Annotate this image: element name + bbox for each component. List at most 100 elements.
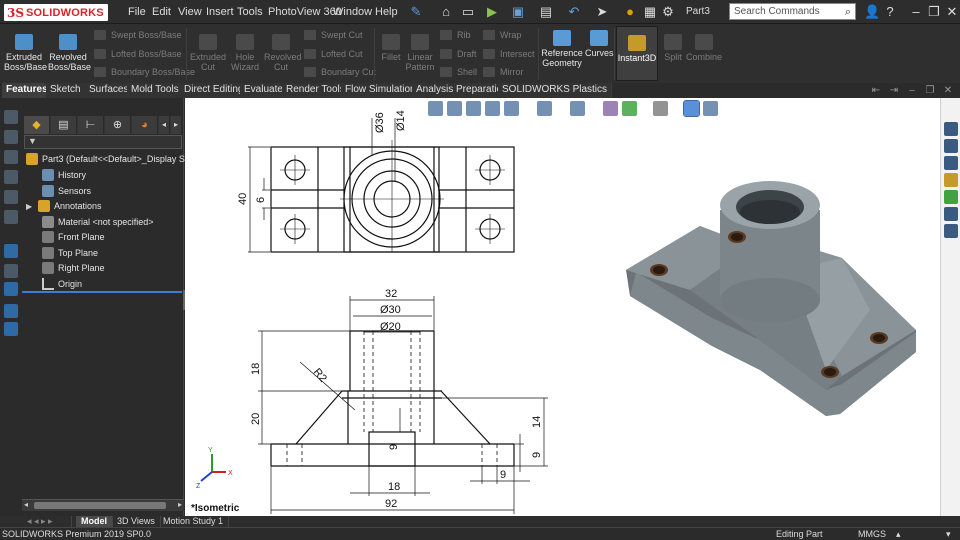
dim-diameter-30[interactable]: Ø30	[380, 304, 401, 316]
mirror-button[interactable]: Mirror	[483, 67, 524, 77]
extruded-cut-button[interactable]: Extruded Cut	[190, 34, 226, 72]
viewport-close-icon[interactable]: ✕	[940, 83, 956, 99]
property-manager-tab-icon[interactable]: ▤	[51, 116, 77, 134]
filter-icon[interactable]: ▼	[28, 136, 37, 146]
reference-geometry-button[interactable]: Reference Geometry	[540, 30, 584, 68]
tree-item-front-plane[interactable]: Front Plane	[42, 230, 105, 244]
sketch-tool-icon[interactable]	[4, 150, 18, 164]
intersect-button[interactable]: Intersect	[483, 49, 535, 59]
menu-file[interactable]: File	[128, 6, 146, 18]
tab-scroll-right-icon[interactable]: ▸	[171, 116, 182, 134]
hide-show-icon[interactable]	[603, 101, 618, 116]
split-button[interactable]: Split	[661, 34, 685, 62]
dim-width-9[interactable]: 9	[500, 469, 506, 481]
tree-filter[interactable]: ▼	[24, 135, 182, 149]
view-orientation-icon[interactable]	[537, 101, 552, 116]
dim-diameter-36[interactable]: Ø36	[374, 112, 386, 133]
swept-boss-button[interactable]: Swept Boss/Base	[94, 30, 182, 40]
menu-window[interactable]: Window	[333, 6, 372, 18]
tab-mold-tools[interactable]: Mold Tools	[127, 83, 184, 98]
combine-button[interactable]: Combine	[686, 34, 722, 62]
wrap-button[interactable]: Wrap	[483, 30, 521, 40]
configuration-manager-tab-icon[interactable]: ⊢	[78, 116, 104, 134]
solidworks-resources-icon[interactable]	[944, 122, 958, 136]
dynamic-annotation-icon[interactable]	[504, 101, 519, 116]
menu-insert[interactable]: Insert	[206, 6, 234, 18]
dim-diameter-20[interactable]: Ø20	[380, 321, 401, 333]
tab-navigation-icon[interactable]: ◂ ◂ ▸ ▸	[22, 516, 72, 527]
sketch-tool-icon[interactable]	[4, 170, 18, 184]
tree-item-annotations[interactable]: ▶ Annotations	[26, 199, 102, 213]
scroll-right-icon[interactable]: ▸	[178, 500, 182, 509]
edit-appearance-icon[interactable]	[622, 101, 637, 116]
traffic-light-icon[interactable]: ●	[622, 4, 638, 20]
sketch-tool-icon[interactable]	[4, 190, 18, 204]
display-manager-tab-icon[interactable]: ◕	[132, 116, 158, 134]
dim-slot-6[interactable]: 6	[255, 197, 267, 203]
pane-collapse-icon[interactable]: ⇥	[886, 83, 902, 99]
sketch-tool-icon[interactable]	[4, 110, 18, 124]
unit-system[interactable]: MMGS	[858, 529, 886, 539]
solidworks-logo[interactable]: 3S SOLIDWORKS	[4, 4, 108, 21]
open-icon[interactable]: ▶	[484, 4, 500, 20]
dim-diameter-14[interactable]: Ø14	[395, 110, 407, 131]
restore-icon[interactable]: ❐	[926, 4, 942, 20]
isometric-3d-model[interactable]	[626, 181, 916, 416]
tab-direct-editing[interactable]: Direct Editing	[180, 83, 249, 98]
menu-tools[interactable]: Tools	[237, 6, 263, 18]
dim-width-92[interactable]: 92	[385, 498, 397, 510]
viewport-restore-icon[interactable]: ❐	[922, 83, 938, 99]
viewport-minimize-icon[interactable]: –	[904, 83, 920, 99]
pin-icon[interactable]: ✎	[408, 4, 424, 20]
horizontal-scrollbar[interactable]: ◂ ▸	[22, 499, 184, 511]
search-input[interactable]: Search Commands ⌕	[729, 3, 856, 20]
section-view-icon[interactable]	[485, 101, 500, 116]
tree-root-part[interactable]: Part3 (Default<<Default>_Display Sta	[26, 152, 192, 166]
draft-button[interactable]: Draft	[440, 49, 477, 59]
sketch-tool-icon[interactable]	[4, 210, 18, 224]
rib-button[interactable]: Rib	[440, 30, 471, 40]
unit-dropdown-icon[interactable]: ▴	[896, 529, 901, 540]
file-explorer-icon[interactable]	[944, 156, 958, 170]
display-style-icon[interactable]	[570, 101, 585, 116]
design-library-icon[interactable]	[944, 139, 958, 153]
apply-scene-icon[interactable]	[683, 100, 700, 117]
tree-item-history[interactable]: History	[42, 168, 86, 182]
boundary-cut-button[interactable]: Boundary Cut	[304, 67, 376, 77]
previous-view-icon[interactable]	[466, 101, 481, 116]
fillet-button[interactable]: Fillet	[378, 34, 404, 62]
pane-expand-icon[interactable]: ⇤	[868, 83, 884, 99]
dim-height-40[interactable]: 40	[237, 193, 249, 205]
curves-button[interactable]: Curves	[585, 30, 614, 58]
print-icon[interactable]: ▤	[538, 4, 554, 20]
menu-help[interactable]: Help	[375, 6, 398, 18]
status-more-icon[interactable]: ▾	[946, 529, 951, 540]
tab-evaluate[interactable]: Evaluate	[240, 83, 288, 98]
dim-height-9-center[interactable]: 9	[388, 444, 400, 450]
graphics-area[interactable]: Ø36 Ø14 40 6 32 Ø30 Ø20 18 R2 20 14 9 9 …	[185, 98, 940, 516]
custom-properties-icon[interactable]	[944, 207, 958, 221]
view-tool-icon[interactable]	[4, 244, 18, 258]
tab-motion-study[interactable]: Motion Study 1	[158, 516, 230, 527]
dim-width-32[interactable]: 32	[385, 288, 397, 300]
boundary-boss-button[interactable]: Boundary Boss/Base	[94, 67, 195, 77]
select-icon[interactable]: ➤	[594, 4, 610, 20]
options-icon[interactable]: ⚙	[660, 4, 676, 20]
save-icon[interactable]: ▣	[510, 4, 526, 20]
tab-flow-simulation[interactable]: Flow Simulation	[341, 83, 421, 98]
dim-height-18[interactable]: 18	[250, 363, 262, 375]
new-icon[interactable]: ▭	[460, 4, 476, 20]
expand-arrow-icon[interactable]: ▶	[26, 202, 38, 211]
view-tool-icon[interactable]	[4, 304, 18, 318]
tree-item-right-plane[interactable]: Right Plane	[42, 261, 105, 275]
tree-item-top-plane[interactable]: Top Plane	[42, 246, 98, 260]
file-properties-icon[interactable]: ▦	[642, 4, 658, 20]
rollback-bar[interactable]	[22, 291, 182, 293]
tab-3d-views[interactable]: 3D Views	[112, 516, 161, 527]
view-tool-icon[interactable]	[4, 282, 18, 296]
undo-icon[interactable]: ↶	[566, 4, 582, 20]
swept-cut-button[interactable]: Swept Cut	[304, 30, 363, 40]
menu-view[interactable]: View	[178, 6, 202, 18]
tree-item-origin[interactable]: Origin	[42, 277, 82, 291]
dim-height-9-right[interactable]: 9	[531, 452, 543, 458]
